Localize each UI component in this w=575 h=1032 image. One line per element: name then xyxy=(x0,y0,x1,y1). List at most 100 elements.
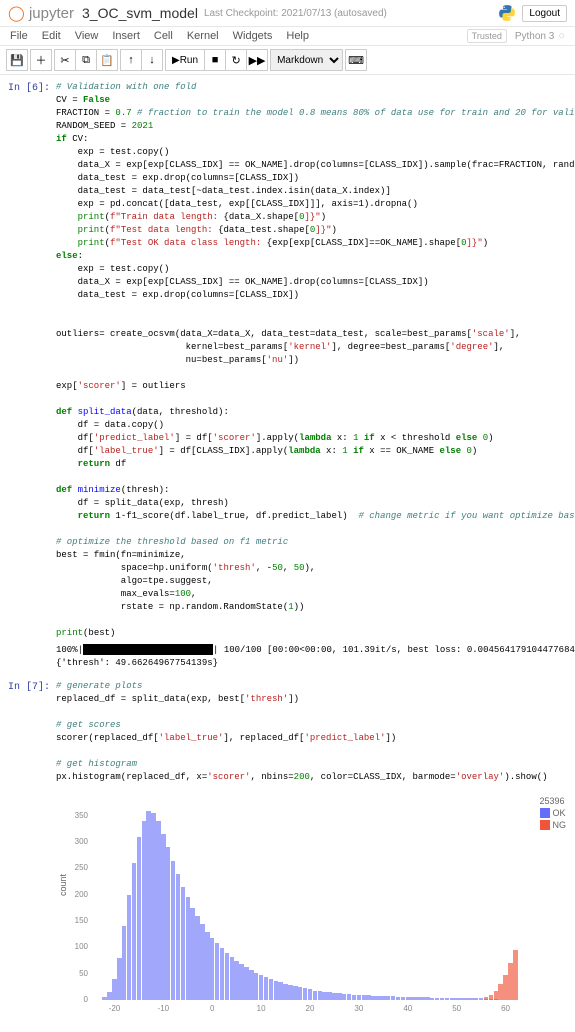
bar-ok[interactable] xyxy=(303,988,307,1000)
bar-ok[interactable] xyxy=(127,895,131,1000)
bar-ok[interactable] xyxy=(166,847,170,1000)
bar-ng[interactable] xyxy=(494,991,498,1000)
bar-ok[interactable] xyxy=(186,897,190,1000)
bar-ok[interactable] xyxy=(234,961,238,1000)
bar-ok[interactable] xyxy=(474,998,478,1000)
bar-ok[interactable] xyxy=(445,998,449,1000)
bar-ok[interactable] xyxy=(181,887,185,1000)
menu-help[interactable]: Help xyxy=(286,30,309,42)
legend-item-ng[interactable]: NG xyxy=(540,820,567,830)
menu-edit[interactable]: Edit xyxy=(42,30,61,42)
bar-ok[interactable] xyxy=(274,981,278,1000)
code-input[interactable]: # Validation with one fold CV = False FR… xyxy=(56,81,575,640)
menu-insert[interactable]: Insert xyxy=(112,30,140,42)
bar-ok[interactable] xyxy=(161,834,165,1000)
menu-kernel[interactable]: Kernel xyxy=(187,30,219,42)
bar-ok[interactable] xyxy=(278,982,282,1000)
bar-ng[interactable] xyxy=(513,950,517,1000)
bar-ok[interactable] xyxy=(259,975,263,1000)
paste-button[interactable]: 📋 xyxy=(96,49,118,71)
menu-widgets[interactable]: Widgets xyxy=(233,30,273,42)
bar-ok[interactable] xyxy=(190,908,194,1000)
bar-ok[interactable] xyxy=(396,997,400,1000)
code-input[interactable]: # generate plots replaced_df = split_dat… xyxy=(56,680,575,784)
bar-ok[interactable] xyxy=(454,998,458,1000)
bar-ok[interactable] xyxy=(205,932,209,1000)
bar-ok[interactable] xyxy=(264,977,268,1000)
bar-ok[interactable] xyxy=(293,986,297,1000)
bar-ng[interactable] xyxy=(489,995,493,1000)
bar-ok[interactable] xyxy=(269,979,273,1000)
copy-button[interactable]: ⧉ xyxy=(75,49,97,71)
move-up-button[interactable]: ↑ xyxy=(120,49,142,71)
menu-cell[interactable]: Cell xyxy=(154,30,173,42)
bar-ok[interactable] xyxy=(406,997,410,1000)
bar-ok[interactable] xyxy=(420,997,424,1000)
bar-ok[interactable] xyxy=(225,953,229,1000)
code-cell-7[interactable]: In [7]: # generate plots replaced_df = s… xyxy=(0,680,575,784)
bar-ok[interactable] xyxy=(249,970,253,1000)
command-palette-button[interactable]: ⌨ xyxy=(345,49,367,71)
menu-view[interactable]: View xyxy=(75,30,99,42)
logout-button[interactable]: Logout xyxy=(522,5,567,22)
bar-ok[interactable] xyxy=(459,998,463,1000)
bar-ok[interactable] xyxy=(430,998,434,1000)
bar-ng[interactable] xyxy=(508,963,512,1000)
bar-ok[interactable] xyxy=(117,958,121,1000)
bar-ok[interactable] xyxy=(318,991,322,1000)
bar-ok[interactable] xyxy=(322,992,326,1000)
bar-ok[interactable] xyxy=(362,995,366,1000)
bar-ok[interactable] xyxy=(357,995,361,1000)
bar-ok[interactable] xyxy=(102,997,106,1000)
code-cell-6[interactable]: In [6]: # Validation with one fold CV = … xyxy=(0,81,575,640)
bar-ok[interactable] xyxy=(376,996,380,1000)
save-button[interactable]: 💾 xyxy=(6,49,28,71)
move-down-button[interactable]: ↓ xyxy=(141,49,163,71)
cut-button[interactable]: ✂ xyxy=(54,49,76,71)
bar-ok[interactable] xyxy=(371,996,375,1000)
bar-ng[interactable] xyxy=(498,984,502,1000)
bar-ok[interactable] xyxy=(332,993,336,1000)
menu-file[interactable]: File xyxy=(10,30,28,42)
bar-ok[interactable] xyxy=(401,997,405,1000)
bar-ok[interactable] xyxy=(425,997,429,1000)
bar-ok[interactable] xyxy=(146,811,150,1000)
bar-ok[interactable] xyxy=(386,996,390,1000)
trusted-badge[interactable]: Trusted xyxy=(467,29,507,43)
bar-ok[interactable] xyxy=(244,967,248,1000)
bar-ok[interactable] xyxy=(200,924,204,1000)
bar-ok[interactable] xyxy=(215,943,219,1000)
bar-ok[interactable] xyxy=(156,821,160,1000)
bar-ok[interactable] xyxy=(313,991,317,1000)
bar-ng[interactable] xyxy=(484,997,488,1000)
bar-ok[interactable] xyxy=(210,938,214,1000)
bar-ok[interactable] xyxy=(254,973,258,1000)
bar-ok[interactable] xyxy=(112,979,116,1000)
bar-ok[interactable] xyxy=(151,813,155,1000)
bar-ok[interactable] xyxy=(288,985,292,1000)
bar-ok[interactable] xyxy=(479,998,483,1000)
cell-type-select[interactable]: Markdown xyxy=(270,49,343,71)
bar-ok[interactable] xyxy=(142,821,146,1000)
bar-ok[interactable] xyxy=(391,996,395,1000)
bar-ng[interactable] xyxy=(503,975,507,1000)
insert-cell-button[interactable]: ＋ xyxy=(30,49,52,71)
bar-ok[interactable] xyxy=(342,994,346,1000)
run-button[interactable]: ▶ Run xyxy=(165,49,205,71)
legend-item-ok[interactable]: OK xyxy=(540,808,567,818)
bar-ok[interactable] xyxy=(137,837,141,1000)
bar-ok[interactable] xyxy=(366,995,370,1000)
bar-ok[interactable] xyxy=(415,997,419,1000)
bar-ok[interactable] xyxy=(239,964,243,1000)
bar-ok[interactable] xyxy=(327,992,331,1000)
bar-ok[interactable] xyxy=(337,993,341,1000)
bar-ok[interactable] xyxy=(220,948,224,1000)
histogram-chart[interactable]: count 25396 OK NG 050100150200250300350 … xyxy=(56,796,566,1026)
interrupt-button[interactable]: ■ xyxy=(204,49,226,71)
bar-ok[interactable] xyxy=(171,861,175,1000)
bar-ok[interactable] xyxy=(464,998,468,1000)
bar-ok[interactable] xyxy=(381,996,385,1000)
bar-ok[interactable] xyxy=(122,926,126,1000)
bar-ok[interactable] xyxy=(195,916,199,1000)
bar-ok[interactable] xyxy=(132,863,136,1000)
